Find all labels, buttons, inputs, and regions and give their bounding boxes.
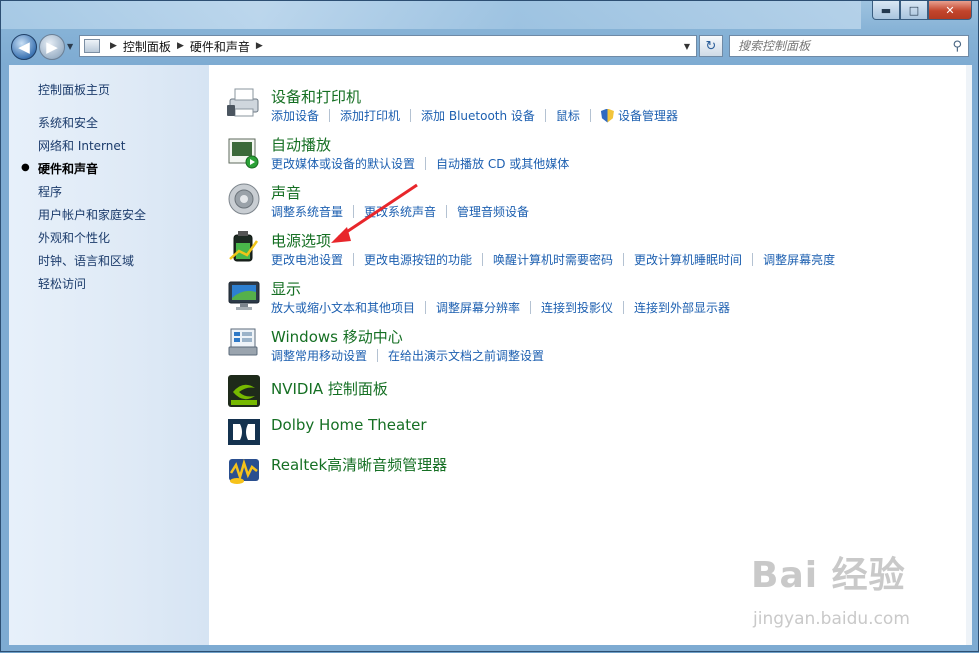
- control-panel-window: ▬ □ ✕ ◀ ▶ ▼ ▶ 控制面板 ▶ 硬件和声音 ▶ ▼ ↻ ⚲ 控制面板主…: [0, 0, 979, 652]
- baidu-watermark: Bai 经验: [751, 555, 906, 596]
- baidu-watermark-url: jingyan.baidu.com: [753, 609, 910, 629]
